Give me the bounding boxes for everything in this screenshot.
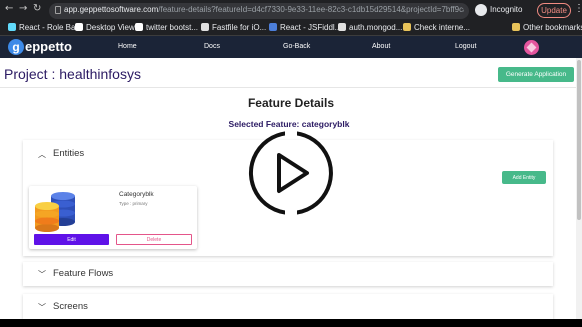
feature-flows-panel[interactable]: ﹀ Feature Flows <box>23 262 553 286</box>
scrollbar-thumb[interactable] <box>577 60 581 220</box>
folder-icon <box>512 23 520 31</box>
bookmark-item[interactable]: twitter bootst... <box>135 23 198 34</box>
nav-go-back-link[interactable]: Go-Back <box>283 43 310 50</box>
browser-menu-icon[interactable]: ⋮ <box>574 4 582 14</box>
feature-flows-section-title[interactable]: Feature Flows <box>53 268 113 279</box>
incognito-label: Incognito <box>490 5 523 14</box>
bookmark-icon <box>201 23 209 31</box>
screens-panel[interactable]: ﹀ Screens <box>23 294 553 319</box>
database-stack-icon <box>35 192 75 232</box>
logo-text: eppetto <box>25 39 72 54</box>
bookmark-icon <box>338 23 346 31</box>
screens-section-title[interactable]: Screens <box>53 301 88 312</box>
entity-name: Categoryblk <box>119 191 154 198</box>
incognito-icon <box>475 4 487 16</box>
bottom-band <box>0 319 582 327</box>
nav-about-link[interactable]: About <box>372 43 390 50</box>
nav-docs-link[interactable]: Docs <box>204 43 220 50</box>
selected-feature-label: Selected Feature: categoryblk <box>228 119 350 129</box>
reload-icon[interactable]: ↻ <box>33 3 41 14</box>
url-path: /feature-details?featureId=d4cf7330-9e33… <box>158 5 464 14</box>
url-host: app.geppettosoftware.com <box>64 5 159 14</box>
app-navbar: g eppetto Home Docs Go-Back About Logout <box>0 36 582 58</box>
project-title: Project : healthinfosys <box>4 66 141 82</box>
bookmark-item[interactable]: React - JSFiddl... <box>269 23 341 34</box>
entity-type: Type : primary <box>119 201 148 206</box>
generate-application-button[interactable]: Generate Application <box>498 67 574 82</box>
divider <box>0 87 582 88</box>
other-bookmarks[interactable]: Other bookmarks <box>512 23 582 34</box>
bookmark-item[interactable]: Desktop View <box>75 23 135 34</box>
bookmark-icon <box>75 23 83 31</box>
bookmark-icon <box>135 23 143 31</box>
browser-address-bar: ← → ↻ app.geppettosoftware.com/feature-d… <box>0 0 582 21</box>
bookmark-item[interactable]: Fastfile for iO... <box>201 23 266 34</box>
bookmark-icon <box>8 23 16 31</box>
bookmark-item[interactable]: React - Role Ba... <box>8 23 82 34</box>
back-arrow-icon[interactable]: ← <box>5 3 13 14</box>
bookmarks-bar: React - Role Ba... Desktop View twitter … <box>0 21 582 36</box>
chevron-up-icon[interactable]: ︿ <box>38 149 46 160</box>
entities-section-title[interactable]: Entities <box>53 148 84 159</box>
avatar[interactable] <box>524 40 539 55</box>
delete-button[interactable]: Delete <box>116 234 192 245</box>
page-title: Feature Details <box>247 96 335 110</box>
logo-mark-icon: g <box>8 39 24 55</box>
chevron-down-icon[interactable]: ﹀ <box>38 269 46 280</box>
nav-logout-link[interactable]: Logout <box>455 43 476 50</box>
edit-button[interactable]: Edit <box>34 234 109 245</box>
bookmark-icon <box>403 23 411 31</box>
nav-home-link[interactable]: Home <box>118 43 137 50</box>
lock-icon <box>55 6 61 14</box>
page-scrollbar[interactable] <box>576 58 582 320</box>
bookmark-icon <box>269 23 277 31</box>
bookmark-item[interactable]: auth.mongod... <box>338 23 402 34</box>
chevron-down-icon[interactable]: ﹀ <box>38 302 46 313</box>
update-button[interactable]: Update <box>537 3 571 18</box>
forward-arrow-icon[interactable]: → <box>19 3 27 14</box>
url-field[interactable]: app.geppettosoftware.com/feature-details… <box>49 3 469 19</box>
play-circle-icon[interactable] <box>247 129 335 217</box>
bookmark-item[interactable]: Check interne... <box>403 23 470 34</box>
add-entity-button[interactable]: Add Entity <box>502 171 546 184</box>
entity-card: Categoryblk Type : primary Edit Delete <box>29 186 197 249</box>
